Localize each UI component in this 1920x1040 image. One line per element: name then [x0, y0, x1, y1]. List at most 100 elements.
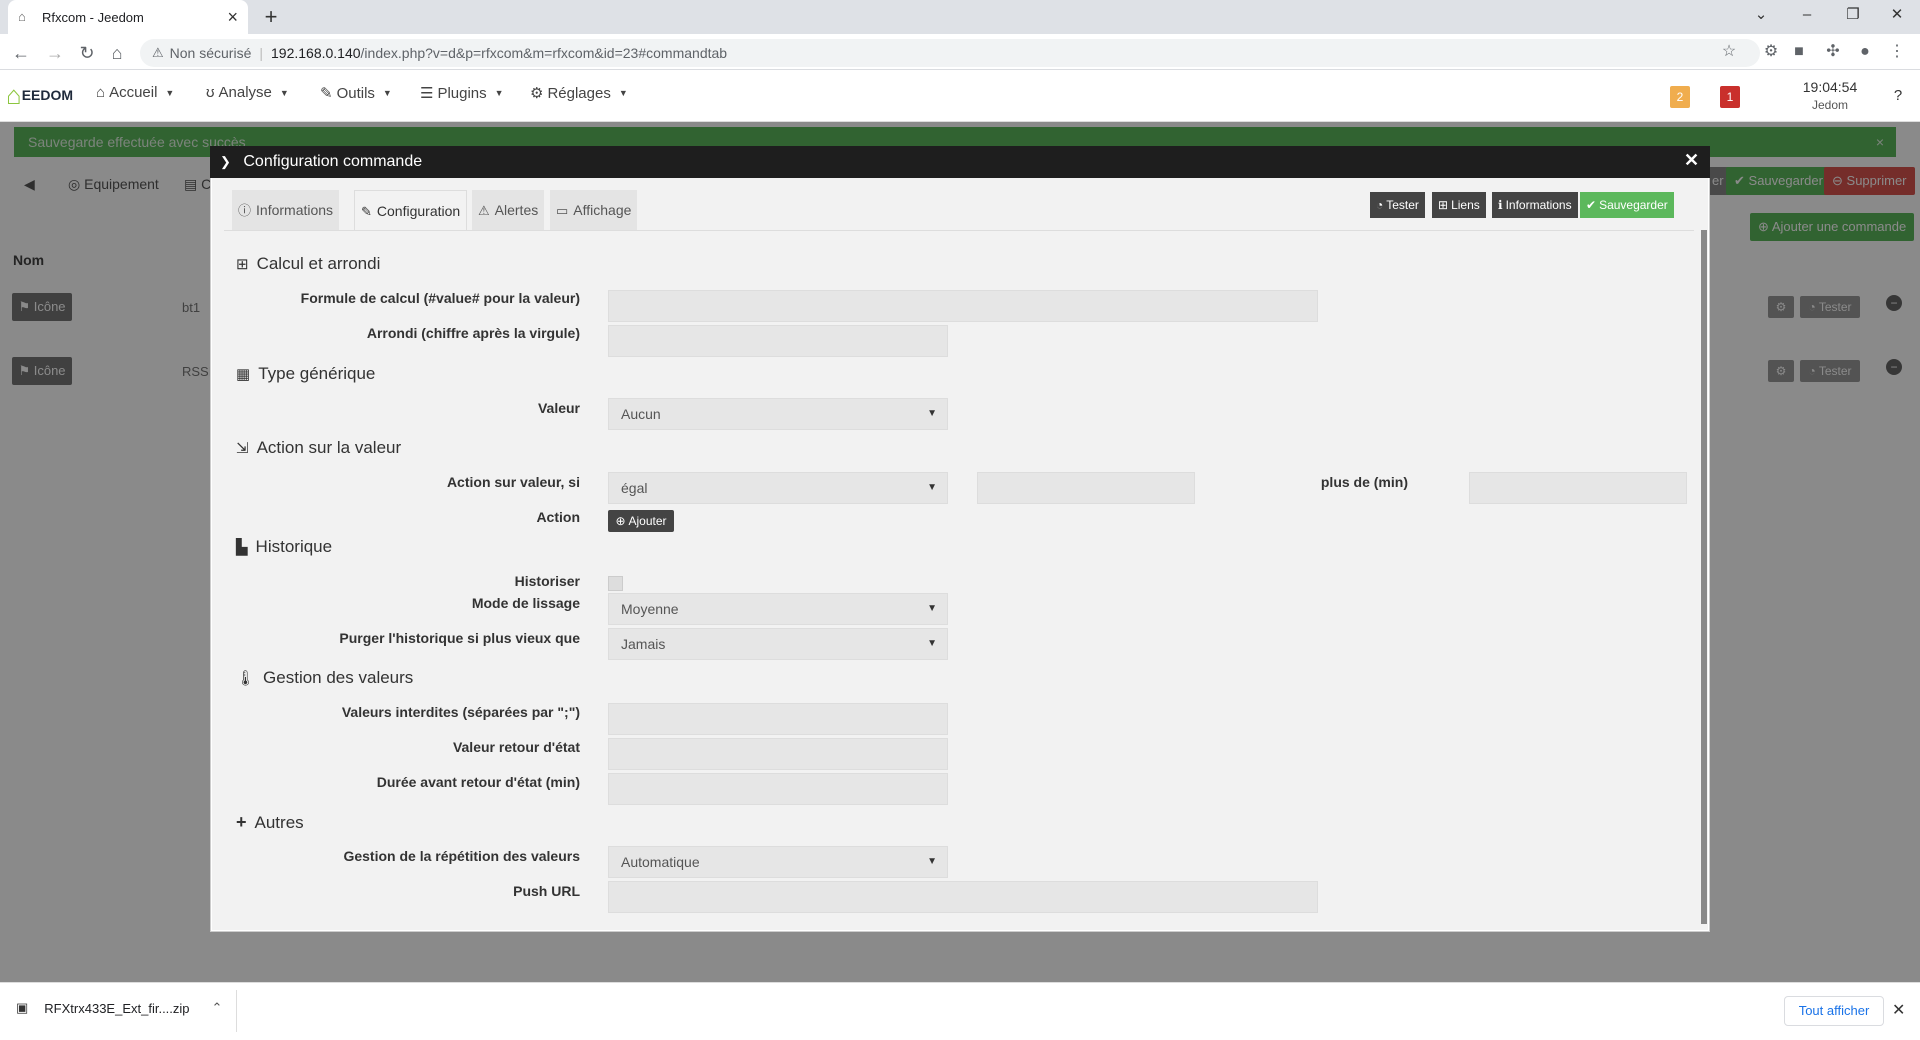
caret-down-icon: ▼: [494, 88, 504, 98]
repetition-select[interactable]: Automatique ▼: [608, 846, 948, 878]
browser-tab-strip: [0, 0, 1920, 34]
url-separator: |: [259, 45, 263, 61]
show-all-downloads-button[interactable]: Tout afficher: [1784, 996, 1884, 1026]
sign-out-icon: ⇲: [236, 440, 249, 457]
chevron-right-icon: ❯: [220, 154, 231, 169]
puzzle-icon[interactable]: ✣: [1822, 41, 1844, 63]
repetition-label: Gestion de la répétition des valeurs: [343, 848, 580, 864]
menu-plugins-label: Plugins: [437, 84, 487, 102]
action-value-input[interactable]: [977, 472, 1195, 504]
tab-informations[interactable]: ⓘ Informations: [232, 190, 340, 230]
extension-icon[interactable]: ⚙: [1760, 41, 1782, 63]
close-download-bar-icon[interactable]: ✕: [1892, 1000, 1905, 1020]
profile-dropdown-icon[interactable]: ⌄: [1738, 0, 1784, 30]
clock-time: 19:04:54: [1802, 79, 1858, 95]
lissage-value: Moyenne: [621, 601, 679, 617]
interdites-input[interactable]: [608, 703, 948, 735]
section-calcul-title: ⊞ Calcul et arrondi: [236, 254, 380, 274]
warning-icon: ⚠: [478, 203, 490, 218]
lissage-select[interactable]: Moyenne ▼: [608, 593, 948, 625]
arrondi-input[interactable]: [608, 325, 948, 357]
wrench-icon: ✎: [361, 204, 372, 219]
caret-down-icon: ▼: [279, 87, 289, 98]
sitemap-icon: ⊞: [1438, 198, 1449, 212]
menu-accueil-label: Accueil: [109, 84, 158, 101]
plus-circle-icon: ⊕: [615, 514, 626, 528]
url-path: /index.php?v=d&p=rfxcom&m=rfxcom&id=23#c…: [360, 45, 728, 61]
home-icon[interactable]: ⌂: [104, 40, 130, 66]
interdites-label: Valeurs interdites (séparées par ";"): [341, 704, 580, 720]
plus-de-label: plus de (min): [1320, 474, 1408, 490]
url-host: 192.168.0.140: [271, 45, 361, 61]
modal-close-icon[interactable]: ✕: [1684, 150, 1699, 171]
close-tab-icon[interactable]: ×: [227, 7, 238, 28]
purger-label: Purger l'historique si plus vieux que: [339, 630, 580, 646]
ajouter-action-button[interactable]: ⊕ Ajouter: [608, 510, 674, 532]
danger-badge[interactable]: 1: [1720, 86, 1740, 108]
push-url-input[interactable]: [608, 881, 1318, 913]
modal-title-bar: ❯ Configuration commande: [210, 146, 1710, 178]
modal-scrollbar[interactable]: [1701, 230, 1707, 924]
download-item[interactable]: ▣ RFXtrx433E_Ext_fir....zip ⌃: [16, 1000, 222, 1016]
warning-badge[interactable]: 2: [1670, 86, 1690, 108]
clock-user: Jedom: [1811, 98, 1849, 112]
url-field[interactable]: ⚠ Non sécurisé | 192.168.0.140 /index.ph…: [140, 39, 1760, 67]
section-gestion-title: 🌡 Gestion des valeurs: [236, 668, 413, 688]
bookmark-star-icon[interactable]: ☆: [1718, 41, 1740, 63]
caret-down-icon: ▼: [927, 856, 937, 867]
menu-outils[interactable]: ✎ Outils ▼: [320, 84, 392, 103]
liens-button[interactable]: ⊞ Liens: [1432, 192, 1486, 218]
menu-reglages[interactable]: ⚙ Réglages ▼: [530, 84, 628, 103]
kebab-menu-icon[interactable]: ⋮: [1886, 41, 1908, 63]
formule-input[interactable]: [608, 290, 1318, 322]
purger-select[interactable]: Jamais ▼: [608, 628, 948, 660]
jeedom-logo[interactable]: ⌂ EEDOM: [6, 78, 73, 112]
extension-square-icon[interactable]: ■: [1788, 41, 1810, 63]
historiser-checkbox[interactable]: [608, 576, 623, 591]
sauvegarder-label: Sauvegarder: [1599, 198, 1668, 212]
valeur-select[interactable]: Aucun ▼: [608, 398, 948, 430]
tab-affichage-label: Affichage: [573, 202, 632, 218]
plus-de-input[interactable]: [1469, 472, 1687, 504]
chevron-up-icon[interactable]: ⌃: [212, 1000, 223, 1016]
sauvegarder-button[interactable]: ✔ Sauvegarder: [1580, 192, 1674, 218]
caret-down-icon: ▼: [165, 87, 175, 98]
back-icon[interactable]: ←: [8, 40, 34, 66]
section-autres-title: + Autres: [236, 812, 304, 833]
wrench-icon: ✎: [320, 85, 333, 102]
section-action-label: Action sur la valeur: [256, 438, 402, 457]
check-circle-icon: ✔: [1586, 198, 1597, 212]
menu-accueil[interactable]: ⌂ Accueil ▼: [96, 84, 174, 101]
tester-button[interactable]: ◔ Tester: [1370, 192, 1425, 218]
tab-affichage[interactable]: ▭ Affichage: [550, 190, 638, 230]
jeedom-favicon-icon: ⌂: [18, 9, 26, 24]
section-calcul-label: Calcul et arrondi: [256, 254, 381, 273]
gear-icon: ⚙: [530, 85, 544, 102]
download-separator: [236, 990, 237, 1032]
caret-down-icon: ▼: [382, 88, 392, 98]
download-bar: [0, 982, 1920, 1040]
minimize-icon[interactable]: –: [1784, 0, 1830, 30]
menu-analyse[interactable]: ʊ Analyse ▼: [206, 84, 289, 101]
valeur-select-value: Aucun: [621, 406, 661, 422]
help-icon[interactable]: ?: [1888, 86, 1908, 106]
reload-icon[interactable]: ↻: [74, 40, 100, 66]
arrondi-label: Arrondi (chiffre après la virgule): [366, 325, 580, 341]
section-action-title: ⇲ Action sur la valeur: [236, 438, 401, 458]
informations-button[interactable]: ℹ Informations: [1492, 192, 1578, 218]
action-si-select[interactable]: égal ▼: [608, 472, 948, 504]
tab-configuration[interactable]: ✎ Configuration: [354, 190, 468, 230]
duree-input[interactable]: [608, 773, 948, 805]
caret-down-icon: ▼: [927, 638, 937, 649]
security-label: Non sécurisé: [169, 45, 252, 61]
close-window-icon[interactable]: ✕: [1874, 0, 1920, 30]
retour-input[interactable]: [608, 738, 948, 770]
menu-plugins[interactable]: ☰ Plugins ▼: [420, 84, 504, 103]
new-tab-icon[interactable]: +: [258, 4, 284, 30]
forward-icon[interactable]: →: [42, 40, 68, 66]
restore-icon[interactable]: ❐: [1830, 0, 1876, 30]
profile-avatar-icon[interactable]: ●: [1854, 41, 1876, 63]
browser-tab[interactable]: ⌂ Rfxcom - Jeedom ×: [8, 0, 248, 34]
home-icon: ⌂: [96, 84, 106, 101]
tab-alertes[interactable]: ⚠ Alertes: [472, 190, 545, 230]
